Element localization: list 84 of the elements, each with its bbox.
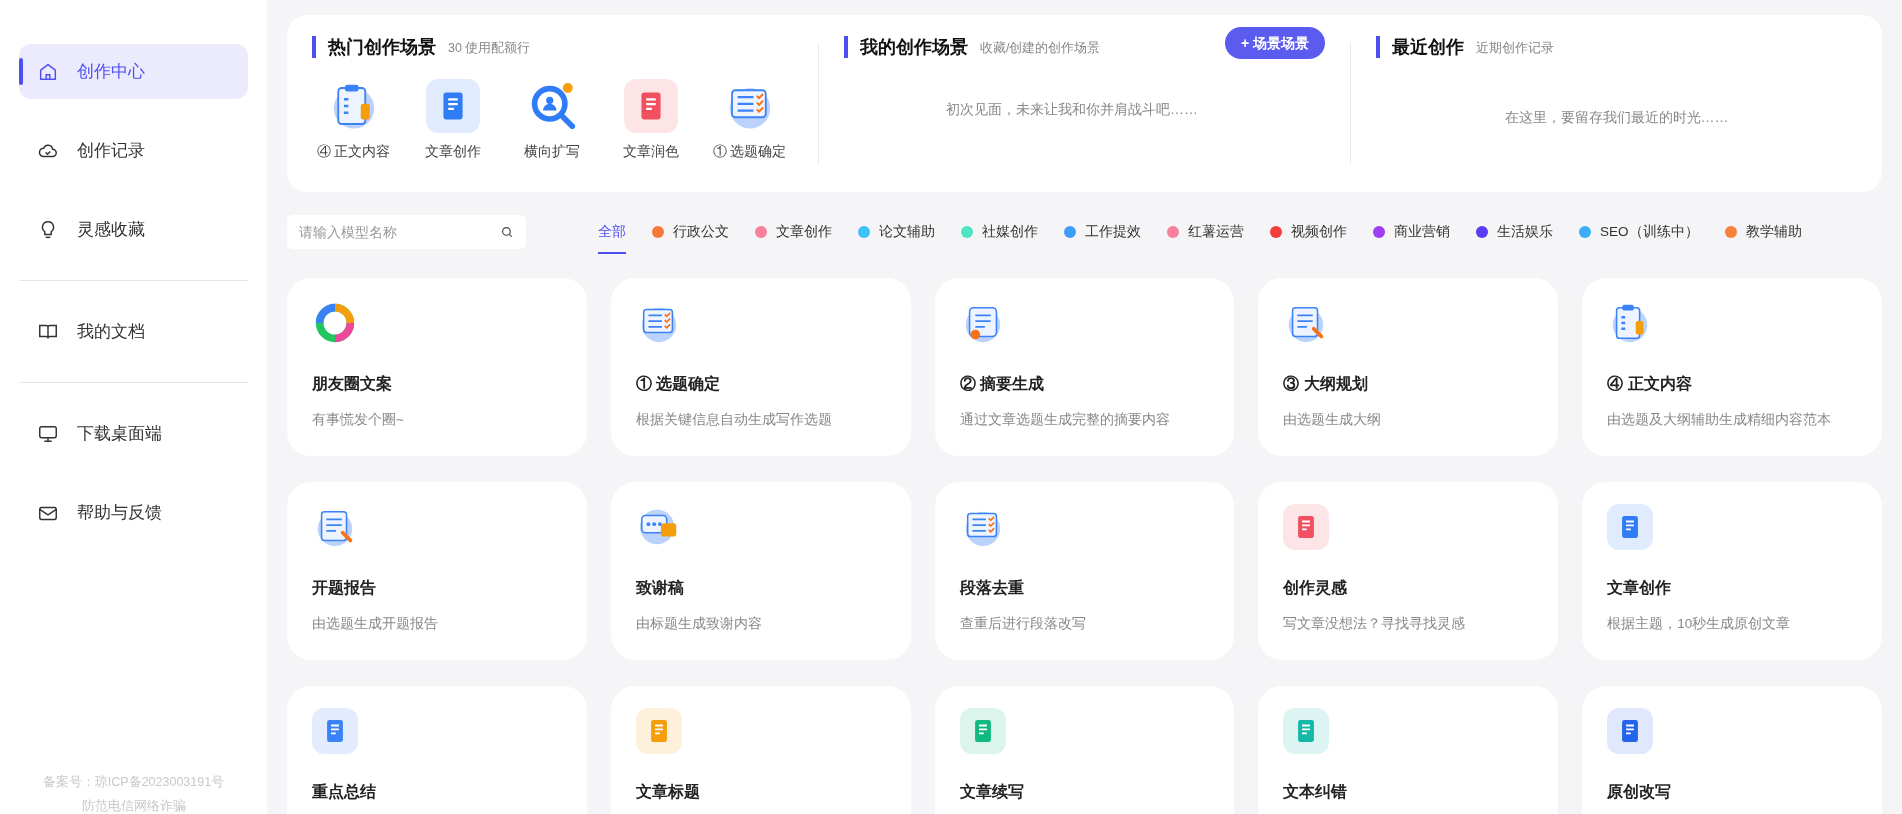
model-card[interactable]: 开题报告 由选题生成开题报告 [287,482,587,660]
card-description: 由选题生成大纲 [1283,411,1383,429]
sidebar-item[interactable]: 我的文档 [19,304,248,359]
model-card[interactable]: 朋友圈文案 有事慌发个圈~ [287,278,587,456]
card-title: 创作灵感 [1283,578,1349,598]
section-title: 热门创作场景 [328,35,436,59]
model-card[interactable]: 文章标题 [610,686,911,814]
model-card[interactable]: ① 选题确定 根据关键信息自动生成写作选题 [610,278,911,456]
empty-message: 初次见面，未来让我和你并肩战斗吧…… [945,100,1199,119]
card-description: 有事慌发个圈~ [312,411,405,429]
scene-label: ④ 正文内容 [316,142,391,161]
sidebar-item[interactable]: 创作记录 [19,123,248,178]
title-accent-bar [1376,36,1380,58]
scene-label: ① 选题确定 [712,142,787,161]
section-subtitle: 近期创作记录 [1476,40,1554,58]
model-card[interactable]: 文本纠错 [1258,686,1559,814]
category-tab[interactable]: 全部 [598,212,626,252]
scene-label: 横向扩写 [523,142,580,161]
scene-item[interactable]: 横向扩写 [502,79,601,162]
card-title: 文章续写 [959,782,1025,802]
card-description: 通过文章选题生成完整的摘要内容 [959,411,1171,429]
section-title: 最近创作 [1392,35,1464,59]
scene-item[interactable]: 文章创作 [403,79,502,162]
card-title: ③ 大纲规划 [1283,374,1369,394]
model-card[interactable]: 文章创作 根据主题，10秒生成原创文章 [1582,482,1882,660]
scene-item[interactable]: ① 选题确定 [700,79,799,162]
model-card[interactable]: 重点总结 [287,686,587,814]
card-description: 写文章没想法？寻找寻找灵感 [1283,615,1467,633]
category-tab[interactable]: 文章创作 [755,212,832,252]
category-tab[interactable]: 行政公文 [652,212,729,252]
card-title: 文本纠错 [1283,782,1349,802]
category-tab[interactable]: 商业营销 [1373,212,1450,252]
card-description: 查重后进行段落改写 [959,615,1087,633]
category-tab[interactable]: 社媒创作 [961,212,1038,252]
card-title: 文章标题 [635,782,701,802]
card-title: 致谢稿 [635,578,685,598]
scene-item[interactable]: 文章润色 [601,79,700,162]
category-tab[interactable]: SEO（训练中） [1579,212,1699,252]
section-title: 我的创作场景 [860,35,968,59]
card-title: 开题报告 [312,578,377,598]
card-title: 朋友圈文案 [312,374,393,394]
sidebar-item[interactable]: 帮助与反馈 [19,485,248,540]
category-tab[interactable]: 红薯运营 [1167,212,1244,252]
section-subtitle: 收藏/创建的创作场景 [980,40,1101,58]
model-card[interactable]: 致谢稿 由标题生成致谢内容 [610,482,911,660]
category-tab[interactable]: 视频创作 [1270,212,1347,252]
card-title: 文章创作 [1607,578,1673,598]
model-card[interactable]: 段落去重 查重后进行段落改写 [934,482,1235,660]
card-title: ④ 正文内容 [1607,374,1693,394]
category-tab[interactable]: 论文辅助 [858,212,935,252]
active-underline [598,252,626,254]
scene-label: 文章创作 [424,142,481,161]
scene-label: 文章润色 [622,142,679,161]
search-field[interactable]: 请输入模型名称 [287,215,526,249]
card-description: 由选题生成开题报告 [312,615,439,633]
category-tab[interactable]: 工作提效 [1064,212,1141,252]
sidebar-item[interactable]: 下载桌面端 [19,406,248,461]
section-subtitle: 30 使用配额行 [448,40,531,58]
model-card[interactable]: 创作灵感 写文章没想法？寻找寻找灵感 [1258,482,1559,660]
card-title: 段落去重 [959,578,1025,598]
model-card[interactable]: ② 摘要生成 通过文章选题生成完整的摘要内容 [934,278,1235,456]
empty-message: 在这里，要留存我们最近的时光…… [1503,108,1730,127]
model-card[interactable]: ④ 正文内容 由选题及大纲辅助生成精细内容范本 [1582,278,1882,456]
model-card[interactable]: 文章续写 [934,686,1235,814]
title-accent-bar [312,36,316,58]
model-card[interactable]: 原创改写 [1582,686,1882,814]
category-tab[interactable]: 教学辅助 [1724,212,1802,252]
card-title: ② 摘要生成 [959,374,1046,394]
add-scene-button[interactable]: + 场景场景 [1224,27,1325,59]
title-accent-bar [844,36,848,58]
search-icon [500,225,514,239]
scene-item[interactable]: ④ 正文内容 [304,79,403,162]
sidebar-item[interactable]: 创作中心 [19,44,248,99]
category-tab[interactable]: 生活娱乐 [1476,212,1553,252]
card-description: 根据主题，10秒生成原创文章 [1607,615,1792,633]
model-card[interactable]: ③ 大纲规划 由选题生成大纲 [1258,278,1559,456]
active-indicator [19,58,23,85]
card-description: 由选题及大纲辅助生成精细内容范本 [1607,411,1833,429]
card-title: 原创改写 [1607,782,1673,802]
card-title: 重点总结 [312,782,377,802]
card-description: 由标题生成致谢内容 [635,615,763,633]
card-title: ① 选题确定 [635,374,722,394]
card-description: 根据关键信息自动生成写作选题 [635,411,833,429]
sidebar-item[interactable]: 灵感收藏 [19,202,248,257]
